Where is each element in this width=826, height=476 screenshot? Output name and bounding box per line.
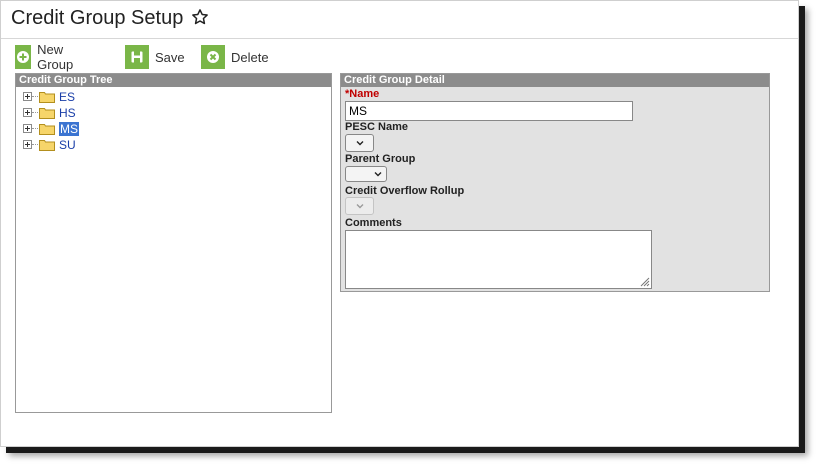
delete-circle-icon	[201, 45, 225, 69]
tree-item-label-selected[interactable]: MS	[59, 121, 79, 136]
new-group-label: New Group	[37, 42, 74, 72]
page-title: Credit Group Setup	[11, 7, 184, 29]
folder-icon	[39, 139, 55, 151]
chevron-down-icon	[356, 141, 363, 146]
comments-textarea[interactable]	[345, 230, 652, 289]
name-input[interactable]	[345, 101, 633, 121]
pesc-name-label: PESC Name	[345, 121, 408, 133]
expand-icon[interactable]	[23, 92, 32, 101]
add-circle-icon	[15, 45, 32, 69]
delete-label: Delete	[231, 49, 269, 65]
name-label: *Name	[345, 88, 380, 100]
credit-overflow-rollup-label: Credit Overflow Rollup	[345, 185, 465, 197]
expand-icon[interactable]	[23, 108, 32, 117]
expand-icon[interactable]	[23, 124, 32, 133]
tree-item-label[interactable]: ES	[59, 90, 75, 104]
delete-button[interactable]: Delete	[201, 44, 269, 70]
page-header: Credit Group Setup	[1, 1, 798, 39]
app-window: Credit Group Setup New Group Save Delete…	[0, 0, 799, 447]
save-label: Save	[155, 49, 185, 65]
tree-item-hs[interactable]: HS	[23, 105, 76, 120]
expand-icon[interactable]	[23, 140, 32, 149]
tree-panel-header: Credit Group Tree	[16, 74, 331, 87]
resize-grip-icon[interactable]	[638, 275, 650, 287]
tree-item-es[interactable]: ES	[23, 89, 75, 104]
parent-group-label: Parent Group	[345, 153, 416, 165]
credit-group-detail-panel: Credit Group Detail *Name PESC Name Pare…	[340, 73, 770, 292]
folder-icon	[39, 123, 55, 135]
tree-item-label[interactable]: HS	[59, 106, 76, 120]
chevron-down-icon	[374, 172, 382, 177]
comments-label: Comments	[345, 217, 402, 229]
pesc-name-select[interactable]	[345, 134, 374, 152]
folder-icon	[39, 91, 55, 103]
credit-overflow-rollup-select[interactable]	[345, 197, 374, 215]
parent-group-select[interactable]	[345, 166, 387, 182]
detail-panel-header: Credit Group Detail	[341, 74, 769, 87]
tree-item-ms[interactable]: MS	[23, 121, 79, 136]
save-disk-icon	[125, 45, 149, 69]
chevron-down-icon	[356, 204, 363, 209]
tree-item-label[interactable]: SU	[59, 138, 76, 152]
star-outline-icon[interactable]	[191, 8, 209, 26]
folder-icon	[39, 107, 55, 119]
new-group-button[interactable]: New Group	[15, 42, 81, 72]
save-button[interactable]: Save	[125, 44, 185, 70]
credit-group-tree-panel: Credit Group Tree ES HS MS SU	[15, 73, 332, 413]
tree-item-su[interactable]: SU	[23, 137, 76, 152]
